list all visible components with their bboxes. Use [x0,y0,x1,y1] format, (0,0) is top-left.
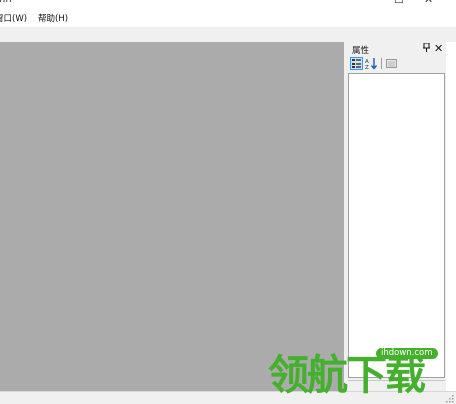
title-bar: nn ☐ ✕ [0,0,456,9]
toolbar-separator [381,58,382,69]
watermark-url: ihdown.com [376,348,438,359]
property-pages-icon [386,59,397,68]
window-title: nn [0,0,12,5]
pin-icon[interactable] [423,42,430,55]
menu-window[interactable]: 窗口(W) [0,12,27,24]
menu-help[interactable]: 帮助(H) [38,12,68,24]
svg-text:Z: Z [365,65,369,70]
close-window-button[interactable]: ✕ [424,0,433,7]
maximize-button[interactable]: ☐ [394,0,404,7]
properties-toolbar: A Z [348,56,446,71]
toolbar [0,27,456,42]
properties-title: 属性 [352,46,370,56]
watermark: 领航下载 ihdown.com [268,344,456,402]
mdi-client-area[interactable] [0,42,344,391]
property-pages-button[interactable] [385,57,398,70]
properties-header: 属性 ✕ [348,42,446,56]
close-pane-icon[interactable]: ✕ [434,42,443,55]
alphabetical-sort-icon: A Z [365,58,378,71]
categorized-button[interactable] [350,57,363,70]
categorized-icon [352,59,361,68]
alphabetical-button[interactable]: A Z [365,57,378,71]
property-grid[interactable] [348,73,445,378]
properties-pane: 属性 ✕ A Z [348,42,446,391]
right-edge [446,42,456,391]
menu-bar: 窗口(W) 帮助(H) [0,9,456,27]
